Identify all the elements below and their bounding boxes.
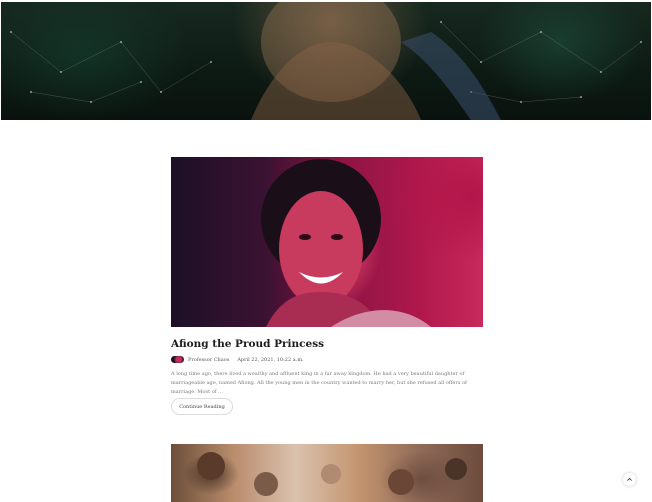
crowd-illustration [197,452,467,496]
post-featured-image[interactable] [171,157,483,327]
post-date: April 22, 2021, 10:22 a.m. [237,356,304,363]
portrait-illustration [261,159,431,327]
chevron-up-icon [627,477,632,481]
next-post-featured-image[interactable] [171,444,483,502]
scroll-to-top-button[interactable] [623,473,636,486]
post-meta: Professor Chaos April 22, 2021, 10:22 a.… [171,355,304,364]
author-avatar [171,356,184,363]
author-name[interactable]: Professor Chaos [188,357,229,363]
post-title[interactable]: Afiong the Proud Princess [171,338,324,350]
constellation-overlay [10,2,642,120]
post-excerpt: A long time ago, there lived a wealthy a… [171,371,467,395]
continue-reading-button[interactable]: Continue Reading [171,398,233,415]
hero-banner-image [1,2,651,120]
